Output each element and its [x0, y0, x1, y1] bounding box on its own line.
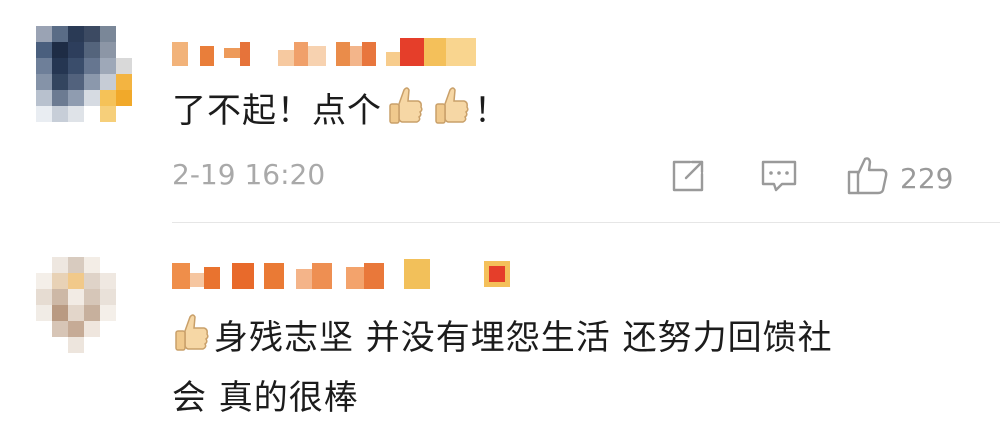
comment-text-part: 了不起！点个 — [172, 91, 382, 131]
thumbs-up-outline-icon — [846, 155, 890, 201]
username[interactable] — [172, 259, 430, 289]
like-button[interactable]: 229 — [846, 155, 954, 201]
thumbs-up-emoji-icon — [172, 313, 210, 371]
comment-text-part: ！ — [474, 91, 509, 131]
thumbs-up-emoji-icon — [386, 86, 424, 144]
username[interactable] — [172, 36, 476, 66]
member-badge — [484, 261, 510, 287]
comment-item: 身残志坚 并没有埋怨生活 还努力回馈社 会 真的很棒 — [0, 223, 1000, 435]
avatar[interactable] — [36, 257, 132, 353]
comment-text-line: 会 真的很棒 — [172, 378, 359, 418]
comment-text: 了不起！点个 ！ — [172, 84, 960, 144]
share-icon — [668, 156, 708, 200]
comment-text-line: 身残志坚 并没有埋怨生活 还努力回馈社 — [214, 318, 833, 358]
comment-text: 身残志坚 并没有埋怨生活 还努力回馈社 会 真的很棒 — [172, 311, 962, 425]
reply-button[interactable] — [758, 158, 800, 198]
like-count: 229 — [900, 161, 954, 195]
thumbs-up-emoji-icon — [432, 86, 470, 144]
comment-icon — [758, 156, 800, 200]
share-button[interactable] — [668, 158, 708, 198]
avatar[interactable] — [36, 26, 132, 122]
comment-timestamp: 2-19 16:20 — [172, 158, 326, 191]
comment-item: 了不起！点个 ！ 2-19 16:20 229 — [0, 0, 1000, 222]
